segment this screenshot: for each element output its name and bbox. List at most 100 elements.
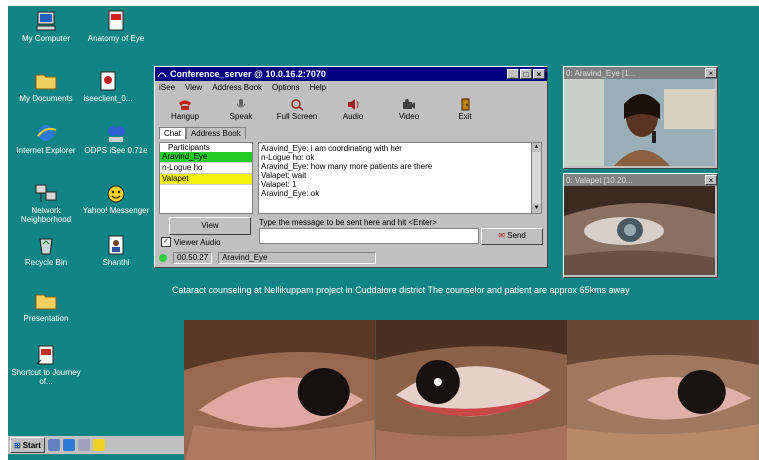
desktop-icon-journey-shortcut[interactable]: Shortcut to Journey of... [8, 344, 84, 386]
scroll-down-icon[interactable]: ▼ [532, 204, 541, 213]
conference-window: Conference_server @ 10.0.16.2:7070 _ □ ×… [154, 66, 548, 268]
desktop-icon-my-computer[interactable]: My Computer [8, 10, 84, 43]
user-icon [108, 235, 124, 255]
recycle-bin-icon [39, 238, 53, 255]
speaker-icon [348, 99, 359, 110]
internet-explorer-icon [37, 125, 57, 141]
start-button[interactable]: ⊞ Start [10, 437, 45, 453]
chat-line: Aravind_Eye: ok [261, 189, 320, 198]
participant-row[interactable]: n-Logue ho [160, 163, 252, 174]
desktop-icon-shanthi[interactable]: Shanthi [78, 234, 154, 267]
chat-line: Valapet: wait [261, 171, 307, 180]
window-title: Conference_server @ 10.0.16.2:7070 [170, 69, 326, 79]
chat-log: Aravind_Eye: i am coordinating with her … [258, 142, 542, 214]
desktop-icon-label: Presentation [23, 314, 69, 323]
toolbar-label: Audio [342, 112, 364, 121]
message-input[interactable] [259, 228, 479, 244]
scroll-up-icon[interactable]: ▲ [532, 143, 541, 152]
video-window-title: 0: Valapet [10.20... [566, 175, 633, 185]
video-feed-patient-eye [564, 186, 715, 275]
microphone-icon [236, 99, 246, 108]
audio-button[interactable]: Audio [325, 98, 381, 121]
desktop-icon-anatomy-of-eye[interactable]: Anatomy of Eye [78, 10, 154, 43]
video-window-aravind[interactable]: 0: Aravind_Eye [1... × [563, 66, 718, 169]
close-button[interactable]: × [533, 69, 545, 79]
program-icon [100, 71, 116, 91]
quick-launch-outlook-icon[interactable] [77, 439, 90, 451]
quick-launch-ie-icon[interactable] [62, 439, 75, 451]
quick-launch-desktop-icon[interactable] [47, 439, 60, 451]
video-title-bar[interactable]: 0: Valapet [10.20... × [564, 174, 717, 186]
video-button[interactable]: Video [381, 98, 437, 121]
participant-row[interactable]: Valapet [160, 174, 252, 185]
toolbar-label: Video [398, 112, 420, 121]
close-button[interactable]: × [705, 68, 717, 78]
desktop-icon-label: Shanthi [102, 258, 130, 267]
chat-scrollbar[interactable]: ▲ ▼ [531, 143, 541, 213]
viewer-audio-checkbox[interactable]: ✓ Viewer Audio [161, 237, 221, 247]
hangup-button[interactable]: Hangup [157, 98, 213, 121]
shortcut-icon [36, 345, 54, 365]
menu-isee[interactable]: iSee [159, 83, 175, 92]
video-window-valapet[interactable]: 0: Valapet [10.20... × [563, 173, 718, 278]
desktop-icon-label: Yahoo! Messenger [82, 206, 150, 215]
start-label: Start [22, 440, 41, 450]
desktop-icon-label: Internet Explorer [16, 146, 76, 155]
yahoo-messenger-icon [107, 185, 125, 203]
tab-chat[interactable]: Chat [159, 127, 186, 139]
video-feed-counselor [564, 79, 715, 166]
eye-photo-2 [375, 320, 568, 460]
desktop: My Computer Anatomy of Eye My Documents … [8, 6, 759, 460]
chat-line: Aravind_Eye: i am coordinating with her [261, 144, 402, 153]
desktop-icon-label: My Computer [21, 34, 70, 43]
full-screen-button[interactable]: Full Screen [269, 98, 325, 121]
view-button[interactable]: View [169, 217, 251, 235]
menu-help[interactable]: Help [310, 83, 326, 92]
menu-options[interactable]: Options [272, 83, 300, 92]
minimize-button[interactable]: _ [507, 69, 519, 79]
menu-address-book[interactable]: Address Book [212, 83, 262, 92]
desktop-icon-label: Anatomy of Eye [87, 34, 145, 43]
send-button[interactable]: ✉ Send [481, 228, 543, 245]
chat-line: n-Logue ho: ok [261, 153, 315, 162]
folder-icon [35, 74, 57, 90]
desktop-icon-internet-explorer[interactable]: Internet Explorer [8, 122, 84, 155]
checkbox-checked[interactable]: ✓ [161, 237, 171, 247]
caption-text: Cataract counseling at Nellikuppam proje… [172, 285, 630, 295]
eye-photo-3 [567, 320, 759, 460]
title-bar[interactable]: Conference_server @ 10.0.16.2:7070 _ □ × [155, 67, 547, 81]
folder-icon [35, 294, 57, 310]
participants-list: Participants Aravind_Eye n-Logue ho Vala… [159, 142, 253, 214]
viewer-audio-label: Viewer Audio [174, 237, 221, 247]
app-icon [157, 72, 167, 78]
toolbar-label: Exit [458, 112, 472, 121]
video-title-bar[interactable]: 0: Aravind_Eye [1... × [564, 67, 717, 79]
participants-header: Participants [168, 143, 210, 152]
toolbar-label: Hangup [170, 112, 200, 121]
eye-photo-strip [184, 320, 759, 460]
maximize-button[interactable]: □ [520, 69, 532, 79]
call-timer: 00.50.27 [173, 251, 213, 264]
speak-button[interactable]: Speak [213, 98, 269, 121]
taskbar: ⊞ Start [8, 436, 190, 454]
participant-row[interactable]: Aravind_Eye [160, 152, 252, 163]
tab-strip: Chat Address Book [159, 127, 246, 139]
desktop-icon-odps-isee[interactable]: ODPS iSee 0.71e [78, 122, 154, 155]
exit-button[interactable]: Exit [437, 98, 493, 121]
desktop-icon-recycle-bin[interactable]: Recycle Bin [8, 234, 84, 267]
desktop-icon-label: Shortcut to Journey of... [11, 368, 81, 386]
tab-address-book[interactable]: Address Book [185, 127, 246, 139]
close-button[interactable]: × [705, 175, 717, 185]
menu-view[interactable]: View [185, 83, 202, 92]
desktop-icon-presentation[interactable]: Presentation [8, 290, 84, 323]
video-window-title: 0: Aravind_Eye [1... [566, 68, 636, 78]
desktop-icon-iseeclient[interactable]: iseeclient_0... [70, 70, 146, 103]
desktop-icon-yahoo-messenger[interactable]: Yahoo! Messenger [78, 182, 154, 215]
isee-icon [108, 126, 125, 142]
toolbar: Hangup Speak Full Screen Audio Video Exi… [155, 93, 547, 121]
send-label: Send [507, 231, 526, 240]
desktop-icon-network-neighborhood[interactable]: Network Neighborhood [8, 182, 84, 224]
network-icon [35, 184, 57, 202]
quick-launch-yahoo-icon[interactable] [92, 439, 105, 451]
toolbar-label: Full Screen [276, 112, 318, 121]
